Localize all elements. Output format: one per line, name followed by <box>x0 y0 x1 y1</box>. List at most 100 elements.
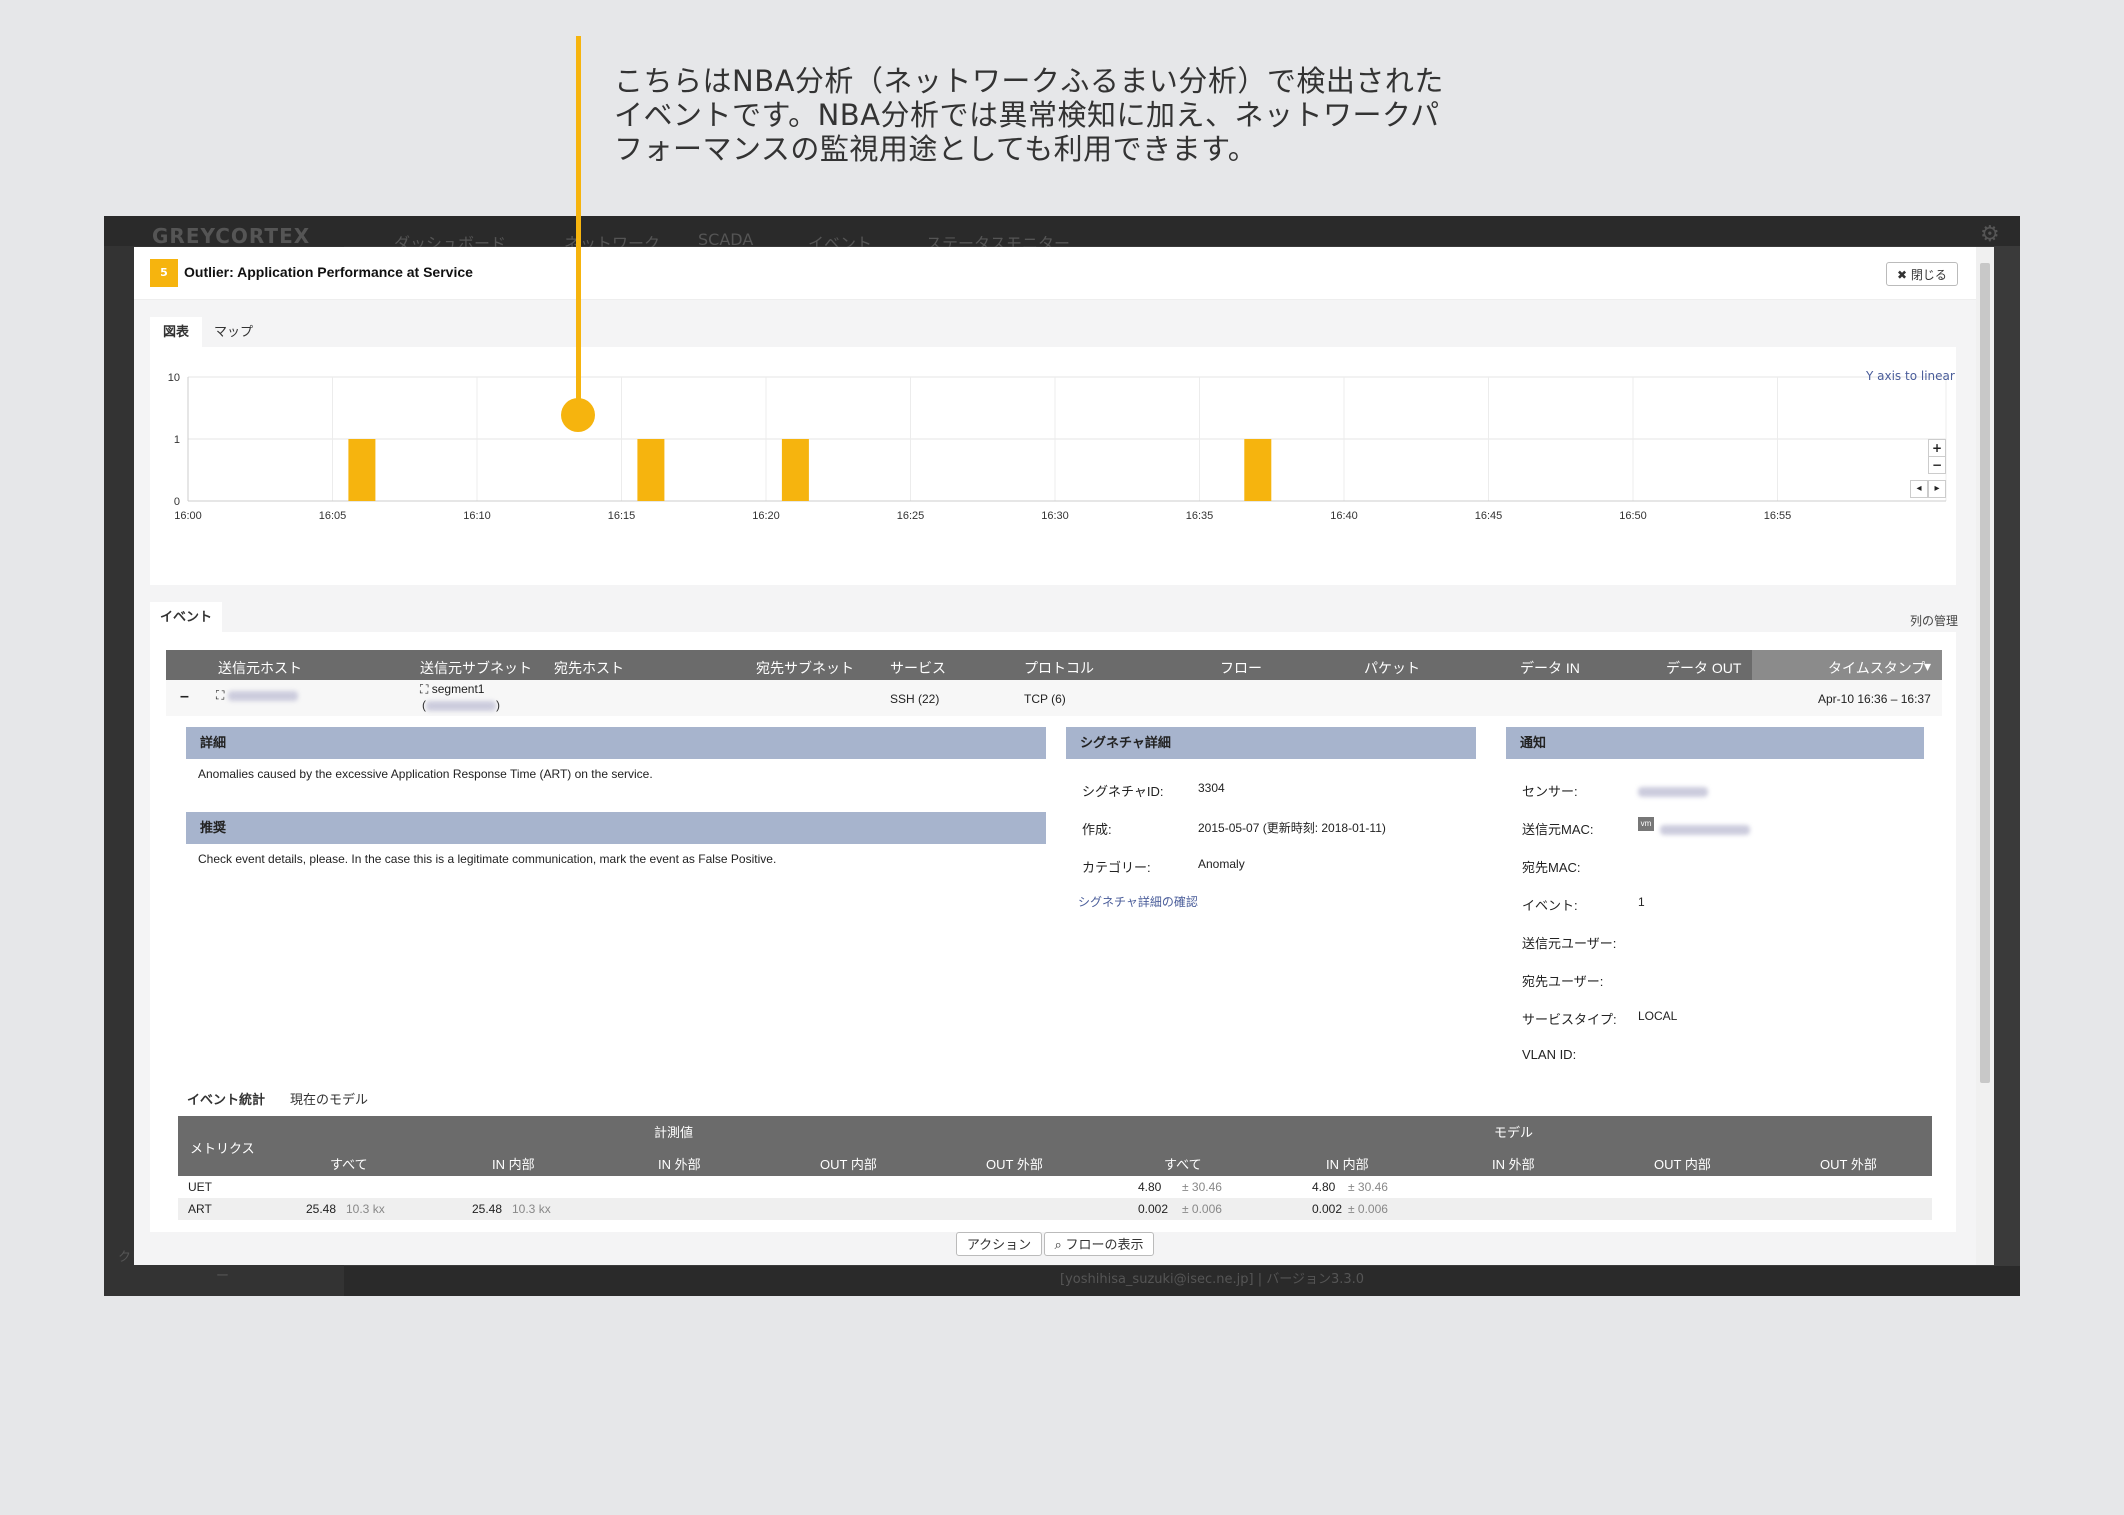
timestamp-cell: Apr-10 16:36 – 16:37 <box>1818 692 1931 706</box>
zoom-out-button[interactable]: − <box>1928 456 1946 474</box>
col-flows[interactable]: フロー <box>1220 658 1262 678</box>
annotation-line-3: フォーマンスの監視用途としても利用できます。 <box>614 132 1258 166</box>
annotation-text: こちらはNBA分析（ネットワークふるまい分析）で検出された イベントです。NBA… <box>614 64 1474 166</box>
x-tick-label: 16:45 <box>1475 510 1503 522</box>
y-tick-label: 10 <box>168 372 180 384</box>
col-dst-host[interactable]: 宛先ホスト <box>554 658 624 678</box>
x-tick-label: 16:55 <box>1764 510 1792 522</box>
col-data-out[interactable]: データ OUT <box>1666 658 1741 678</box>
recommendation-text: Check event details, please. In the case… <box>198 852 777 866</box>
sensor-label: センサー: <box>1522 784 1578 799</box>
category-value: Anomaly <box>1198 857 1245 871</box>
table-row[interactable]: – ⛶ ⛶ segment1 () SSH (22) TCP (6) Apr-1… <box>166 680 1942 716</box>
scrollbar-thumb[interactable] <box>1980 263 1990 1083</box>
metrics-column[interactable]: メトリクス <box>190 1138 255 1157</box>
category-label: カテゴリー: <box>1082 860 1151 875</box>
dst-user-label: 宛先ユーザー: <box>1522 974 1604 989</box>
recommendation-heading: 推奨 <box>186 812 1046 844</box>
src-host-cell[interactable]: ⛶ <box>216 688 298 703</box>
model-all-pm: ± 0.006 <box>1182 1202 1222 1216</box>
stats-row-uet: UET 4.80 ± 30.46 4.80 ± 30.46 <box>178 1176 1932 1198</box>
modal-header: 5 Outlier: Application Performance at Se… <box>134 247 1976 300</box>
signature-id-label: シグネチャID: <box>1082 784 1164 799</box>
metric-name: UET <box>188 1180 212 1194</box>
tab-map[interactable]: マップ <box>214 317 253 347</box>
severity-badge: 5 <box>150 259 178 287</box>
sort-desc-icon[interactable]: ▾ <box>1924 658 1931 675</box>
stats-table-header: メトリクス 計測値 モデル すべて IN 内部 IN 外部 OUT 内部 OUT… <box>178 1116 1932 1176</box>
gear-icon[interactable]: ⚙ <box>1980 222 2000 247</box>
sub-m-out-ext: OUT 外部 <box>986 1157 1043 1172</box>
chart-bar <box>637 439 665 501</box>
chart-bar <box>1244 439 1272 501</box>
y-axis-toggle-link[interactable]: Y axis to linear <box>1866 369 1955 383</box>
col-data-in[interactable]: データ IN <box>1520 658 1580 678</box>
measured-all: 25.48 <box>306 1202 337 1216</box>
service-cell: SSH (22) <box>890 692 940 706</box>
src-subnet-name: segment1 <box>431 682 485 696</box>
col-dst-subnet[interactable]: 宛先サブネット <box>756 658 854 678</box>
show-flows-button[interactable]: ⌕ フローの表示 <box>1044 1232 1154 1256</box>
vlan-id-label: VLAN ID: <box>1522 1047 1577 1062</box>
sub-mod-all: すべて <box>1164 1157 1202 1172</box>
events-count-label: イベント: <box>1522 898 1578 913</box>
y-tick-label: 1 <box>174 434 180 446</box>
model-group: モデル <box>1494 1125 1534 1140</box>
modal-scrollbar[interactable] <box>1976 247 1994 1265</box>
manage-columns-link[interactable]: 列の管理 <box>1910 612 1958 629</box>
vm-icon: vm <box>1638 817 1654 831</box>
model-in: 0.002 <box>1312 1202 1343 1216</box>
src-subnet-cell[interactable]: ⛶ segment1 <box>420 682 484 697</box>
zoom-in-button[interactable]: + <box>1928 439 1946 457</box>
chart-bar <box>781 439 809 501</box>
sensor-value <box>1638 781 1708 800</box>
collapse-row-button[interactable]: – <box>180 688 189 706</box>
x-tick-label: 16:20 <box>752 510 780 522</box>
col-timestamp[interactable]: タイムスタンプ <box>1828 658 1925 678</box>
redacted-sensor <box>1638 786 1708 797</box>
model-in-pm: ± 0.006 <box>1348 1202 1388 1216</box>
signature-heading: シグネチャ詳細 <box>1066 727 1476 759</box>
tab-chart[interactable]: 図表 <box>150 317 202 347</box>
chart-bar <box>348 439 376 501</box>
service-type-value: LOCAL <box>1638 1009 1678 1023</box>
sub-m-all: すべて <box>330 1157 368 1172</box>
x-tick-label: 16:05 <box>319 510 347 522</box>
sub-m-in-int: IN 内部 <box>492 1157 535 1172</box>
metric-name: ART <box>188 1202 212 1216</box>
callout-dot <box>561 398 595 432</box>
col-src-subnet[interactable]: 送信元サブネット <box>420 658 532 678</box>
pan-right-button[interactable]: ▸ <box>1928 480 1946 498</box>
col-service[interactable]: サービス <box>890 658 946 678</box>
protocol-cell: TCP (6) <box>1024 692 1066 706</box>
tab-events[interactable]: イベント <box>150 602 222 632</box>
x-tick-label: 16:30 <box>1041 510 1069 522</box>
measured-in-x: 10.3 kx <box>512 1202 551 1216</box>
sub-m-out-int: OUT 内部 <box>820 1157 877 1172</box>
sub-mod-out-int: OUT 内部 <box>1654 1157 1711 1172</box>
close-button[interactable]: ✖ 閉じる <box>1886 262 1958 286</box>
action-button[interactable]: アクション <box>956 1232 1042 1256</box>
y-tick-label: 0 <box>174 496 180 508</box>
pan-left-button[interactable]: ◂ <box>1910 480 1928 498</box>
col-src-host[interactable]: 送信元ホスト <box>218 658 302 678</box>
redacted-src-subnet <box>426 700 496 711</box>
measured-all-x: 10.3 kx <box>346 1202 385 1216</box>
src-subnet-range: () <box>422 698 500 712</box>
created-label: 作成: <box>1082 822 1112 837</box>
col-protocol[interactable]: プロトコル <box>1024 658 1094 678</box>
src-mac-value <box>1660 819 1750 838</box>
signature-details-link[interactable]: シグネチャ詳細の確認 <box>1078 893 1198 910</box>
tab-current-model[interactable]: 現在のモデル <box>290 1084 368 1116</box>
annotation-line-1: こちらはNBA分析（ネットワークふるまい分析）で検出された <box>614 64 1444 98</box>
col-packets[interactable]: パケット <box>1364 658 1420 678</box>
model-in-pm: ± 30.46 <box>1348 1180 1388 1194</box>
details-heading: 詳細 <box>186 727 1046 759</box>
redacted-src-mac <box>1660 824 1750 835</box>
annotation-line-2: イベントです。NBA分析では異常検知に加え、ネットワークパ <box>614 98 1440 132</box>
details-text: Anomalies caused by the excessive Applic… <box>198 767 653 781</box>
show-flows-label: フローの表示 <box>1065 1237 1144 1252</box>
x-tick-label: 16:40 <box>1330 510 1358 522</box>
events-count-value: 1 <box>1638 895 1645 909</box>
tab-event-stats[interactable]: イベント統計 <box>178 1084 274 1116</box>
